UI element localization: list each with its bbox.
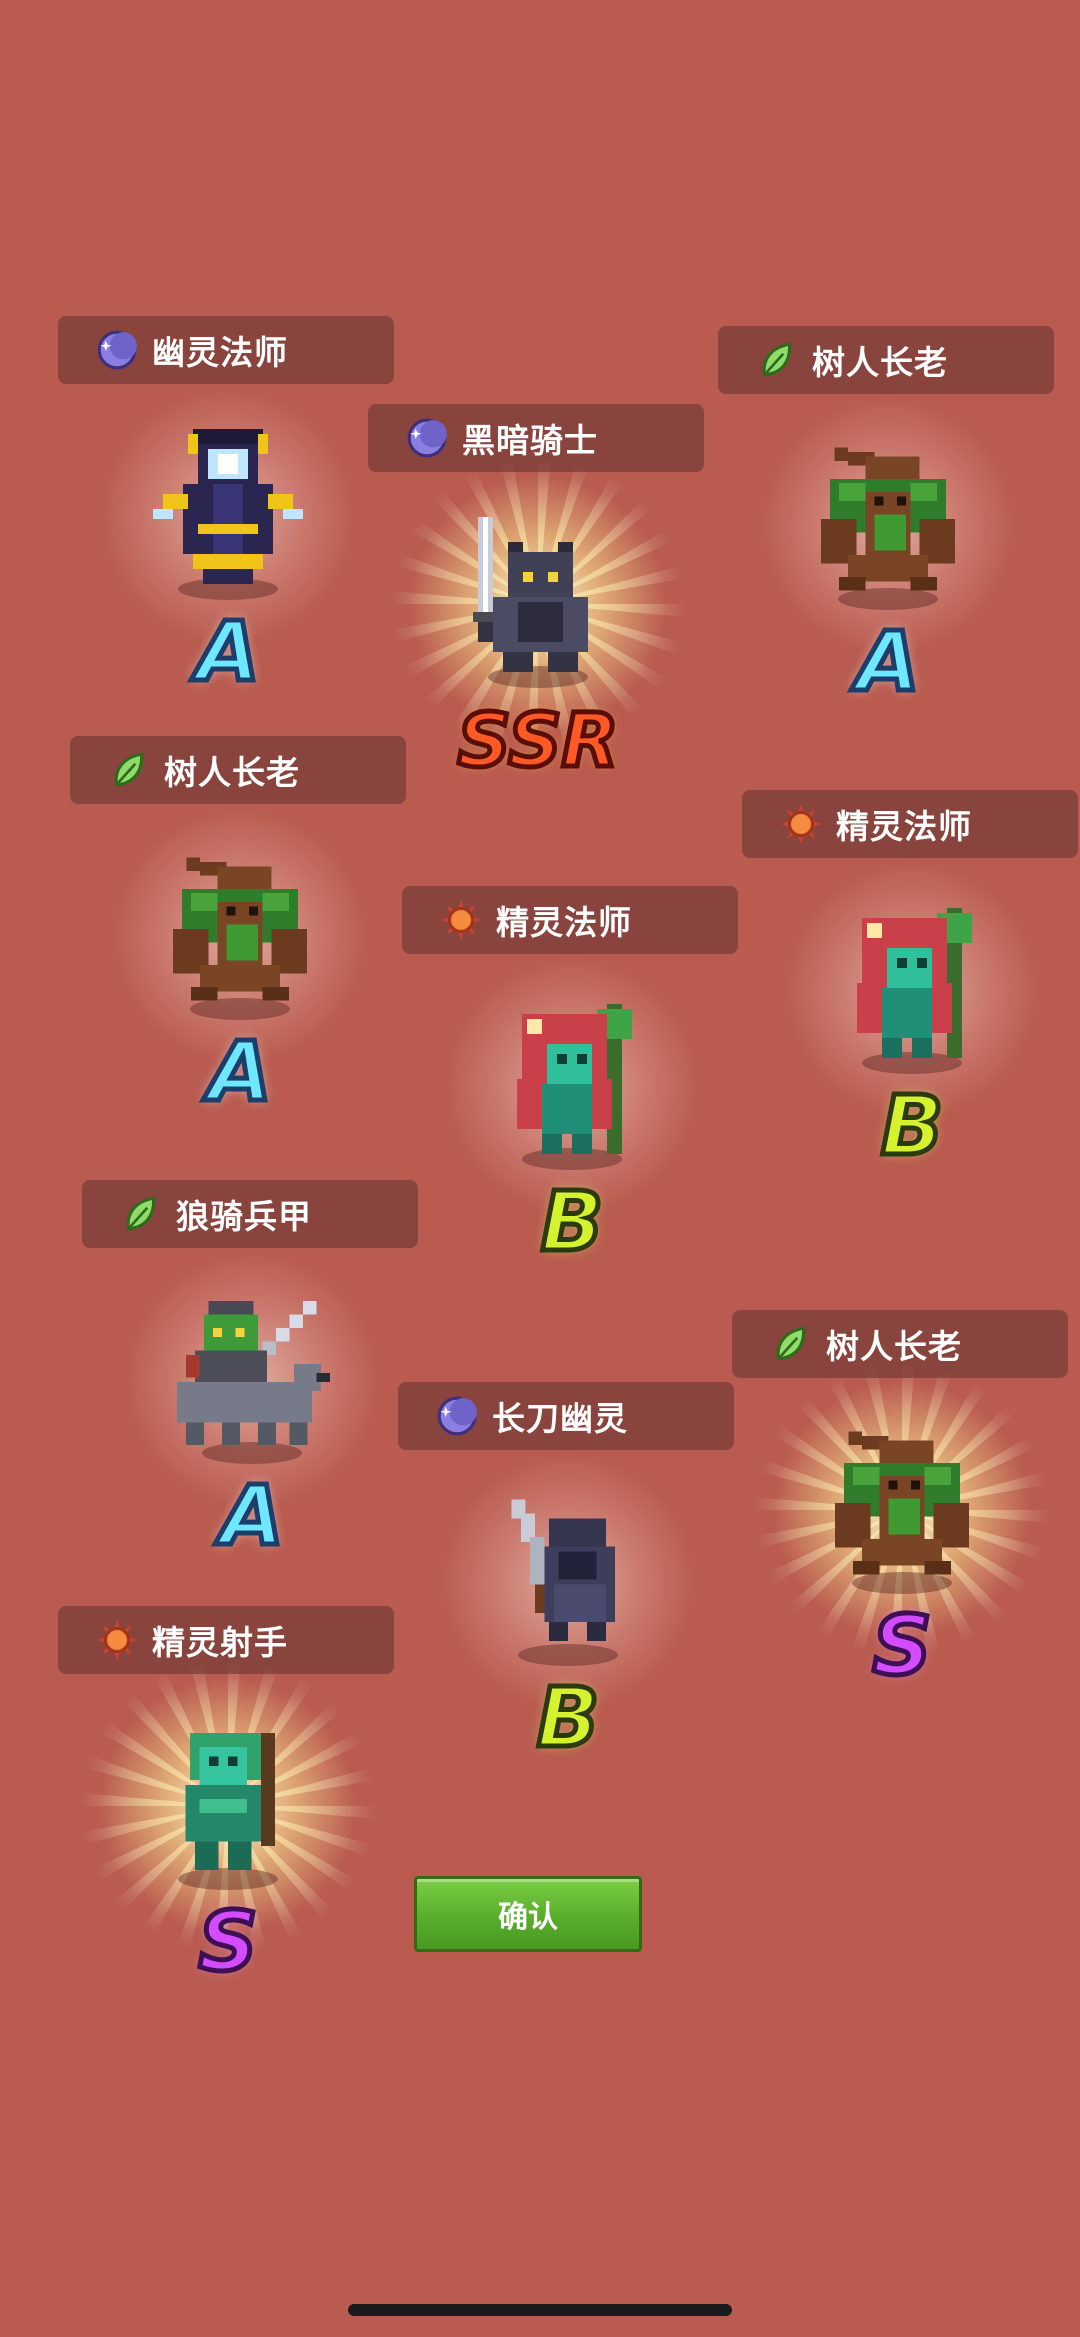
unit-name-plate: 精灵法师	[742, 790, 1078, 858]
grade-badge: B	[448, 1674, 688, 1764]
unit-name: 树人长老	[812, 343, 948, 382]
unit-name: 精灵法师	[836, 807, 972, 846]
grade-badge: A	[108, 608, 348, 698]
unit-name-plate: 精灵射手	[58, 1606, 394, 1674]
grade-label: A	[854, 615, 923, 710]
wolf-rider-sprite	[168, 1288, 348, 1458]
grade-label: S	[196, 1895, 260, 1990]
unit-card[interactable]: 狼骑兵甲 A	[82, 1180, 422, 1650]
grade-label: B	[538, 1175, 605, 1270]
grade-label: SSR	[455, 698, 621, 784]
unit-name: 长刀幽灵	[492, 1399, 628, 1438]
unit-name-plate: 精灵法师	[402, 886, 738, 954]
moon-icon	[406, 417, 448, 459]
treant-elder-sprite	[812, 434, 964, 604]
dark-knight-sprite	[462, 512, 614, 682]
unit-name: 精灵射手	[152, 1623, 288, 1662]
elf-mage-sprite	[496, 994, 648, 1164]
grade-label: A	[218, 1469, 287, 1564]
ghost-mage-sprite	[152, 424, 304, 594]
grade-label: A	[206, 1025, 275, 1120]
unit-name-plate: 黑暗骑士	[368, 404, 704, 472]
leaf-icon	[108, 749, 150, 791]
unit-name: 精灵法师	[496, 903, 632, 942]
unit-name: 树人长老	[164, 753, 300, 792]
sun-icon	[440, 899, 482, 941]
unit-name-plate: 树人长老	[732, 1310, 1068, 1378]
unit-name-plate: 狼骑兵甲	[82, 1180, 418, 1248]
unit-name-plate: 幽灵法师	[58, 316, 394, 384]
home-indicator[interactable]	[348, 2304, 732, 2316]
grade-label: S	[870, 1599, 934, 1694]
unit-card[interactable]: 树人长老 A	[718, 326, 1058, 796]
unit-name: 幽灵法师	[152, 333, 288, 372]
unit-card[interactable]: 树人长老 A	[70, 736, 410, 1206]
grade-label: B	[534, 1671, 601, 1766]
unit-card[interactable]: 精灵法师 B	[402, 886, 742, 1356]
unit-card[interactable]: 黑暗骑士 SSR	[368, 404, 708, 874]
grade-badge: B	[452, 1178, 692, 1268]
elf-archer-sprite	[152, 1714, 304, 1884]
grade-label: B	[878, 1079, 945, 1174]
unit-card[interactable]: 树人长老 S	[732, 1310, 1072, 1780]
moon-icon	[96, 329, 138, 371]
confirm-button[interactable]: 确认	[414, 1876, 642, 1952]
unit-name: 黑暗骑士	[462, 421, 598, 460]
unit-name-plate: 树人长老	[718, 326, 1054, 394]
unit-card[interactable]: 精灵射手 S	[58, 1606, 398, 2076]
grade-badge: S	[782, 1602, 1022, 1692]
unit-name: 狼骑兵甲	[176, 1197, 312, 1236]
elf-mage-sprite	[836, 898, 988, 1068]
sun-icon	[96, 1619, 138, 1661]
unit-name-plate: 树人长老	[70, 736, 406, 804]
treant-elder-sprite	[164, 844, 316, 1014]
leaf-icon	[756, 339, 798, 381]
grade-label: A	[194, 605, 263, 700]
sun-icon	[780, 803, 822, 845]
leaf-icon	[770, 1323, 812, 1365]
leaf-icon	[120, 1193, 162, 1235]
unit-card[interactable]: 长刀幽灵 B	[398, 1382, 738, 1852]
grade-badge: A	[768, 618, 1008, 708]
treant-elder-sprite	[826, 1418, 978, 1588]
grade-badge: B	[792, 1082, 1032, 1172]
unit-card[interactable]: 幽灵法师 A	[58, 316, 398, 786]
unit-card[interactable]: 精灵法师 B	[742, 790, 1080, 1260]
blade-ghost-sprite	[492, 1490, 644, 1660]
grade-badge: SSR	[418, 696, 658, 786]
moon-icon	[436, 1395, 478, 1437]
grade-badge: A	[120, 1028, 360, 1118]
grade-badge: A	[132, 1472, 372, 1562]
grade-badge: S	[108, 1898, 348, 1988]
unit-name-plate: 长刀幽灵	[398, 1382, 734, 1450]
unit-name: 树人长老	[826, 1327, 962, 1366]
